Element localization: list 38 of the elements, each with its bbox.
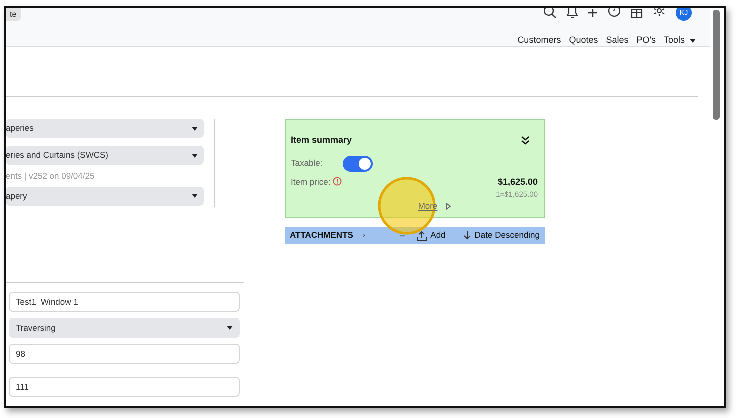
nav-link[interactable]: Sales xyxy=(606,34,629,48)
list-icon[interactable] xyxy=(400,231,405,240)
attachments-title: ATTACHMENTS xyxy=(290,229,354,242)
upload-icon xyxy=(416,230,427,240)
scrollbar-thumb[interactable] xyxy=(713,10,720,120)
add-button[interactable]: Add xyxy=(416,229,446,242)
input-field[interactable]: 98 xyxy=(9,344,240,364)
search-icon[interactable] xyxy=(544,8,557,19)
bell-icon[interactable] xyxy=(567,8,578,19)
sort-button[interactable]: Date Descending xyxy=(464,229,540,242)
select-field[interactable]: eries and Curtains (SWCS) xyxy=(6,146,204,165)
select-field[interactable]: apery xyxy=(6,186,204,206)
taxable-label: Taxable: xyxy=(291,157,323,170)
caret-down-icon xyxy=(192,194,198,198)
plus-icon[interactable] xyxy=(588,8,598,18)
caret-right-icon[interactable] xyxy=(363,232,366,239)
caret-down-icon xyxy=(192,126,198,130)
card-title: Item summary xyxy=(291,134,352,147)
input-field[interactable]: Test1 Window 1 xyxy=(9,292,240,312)
item-price: $1,625.00 xyxy=(496,176,538,188)
taxable-toggle[interactable] xyxy=(342,156,373,172)
warning-icon xyxy=(332,176,342,186)
arrow-down-icon xyxy=(464,231,471,240)
caret-right-icon xyxy=(446,203,451,210)
browser-tab[interactable]: te xyxy=(6,8,21,21)
nav-link[interactable]: Quotes xyxy=(569,34,598,48)
nav-link[interactable]: Tools xyxy=(664,34,696,48)
caret-down-icon xyxy=(227,326,233,330)
input-field[interactable]: 111 xyxy=(9,377,240,397)
caret-down-icon xyxy=(192,154,198,158)
double-chevron-down-icon[interactable] xyxy=(521,136,530,146)
item-price-label: Item price: xyxy=(291,176,331,188)
version-note: ents | v252 on 09/04/25 xyxy=(6,170,96,183)
help-icon[interactable] xyxy=(608,8,621,19)
select-field[interactable]: Traversing xyxy=(9,318,240,338)
nav-link[interactable]: PO's xyxy=(636,34,656,48)
select-field[interactable]: aperies xyxy=(6,119,204,138)
nav-link[interactable]: Customers xyxy=(518,34,562,48)
